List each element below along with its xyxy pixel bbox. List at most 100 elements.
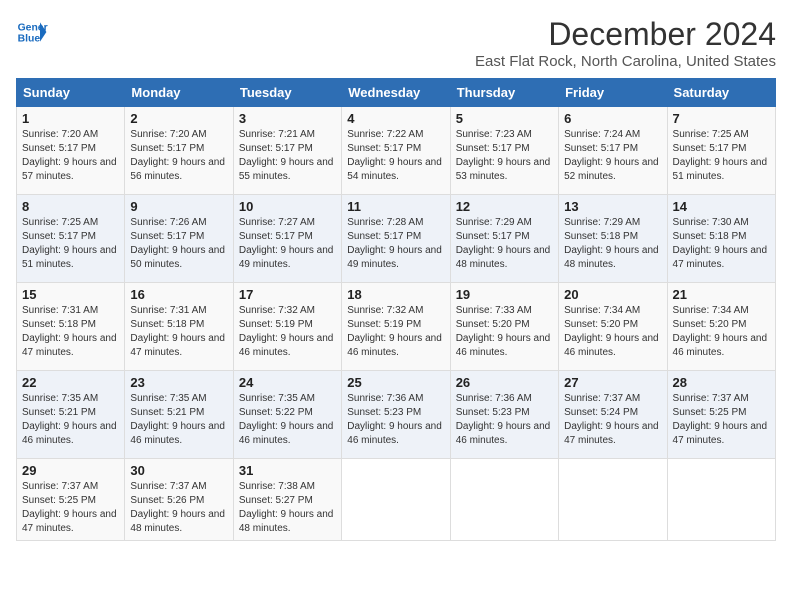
calendar-cell: 27 Sunrise: 7:37 AMSunset: 5:24 PMDayligh… xyxy=(559,371,667,459)
day-info: Sunrise: 7:32 AMSunset: 5:19 PMDaylight:… xyxy=(347,304,444,360)
day-info: Sunrise: 7:20 AMSunset: 5:17 PMDaylight:… xyxy=(22,128,119,184)
day-info: Sunrise: 7:28 AMSunset: 5:17 PMDaylight:… xyxy=(347,216,444,272)
calendar-cell: 15 Sunrise: 7:31 AMSunset: 5:18 PMDayligh… xyxy=(17,283,125,371)
day-info: Sunrise: 7:35 AMSunset: 5:21 PMDaylight:… xyxy=(22,392,119,448)
calendar-cell: 1 Sunrise: 7:20 AMSunset: 5:17 PMDaylight… xyxy=(17,107,125,195)
calendar-cell: 11 Sunrise: 7:28 AMSunset: 5:17 PMDayligh… xyxy=(342,195,450,283)
column-header-friday: Friday xyxy=(559,79,667,107)
day-info: Sunrise: 7:33 AMSunset: 5:20 PMDaylight:… xyxy=(456,304,553,360)
location-title: East Flat Rock, North Carolina, United S… xyxy=(475,53,776,70)
day-info: Sunrise: 7:31 AMSunset: 5:18 PMDaylight:… xyxy=(22,304,119,360)
title-area: December 2024 East Flat Rock, North Caro… xyxy=(475,16,776,70)
week-row: 29Sunrise: 7:37 AMSunset: 5:25 PMDayligh… xyxy=(17,459,776,541)
day-number: 2 xyxy=(130,111,227,126)
day-info: Sunrise: 7:34 AMSunset: 5:20 PMDaylight:… xyxy=(673,304,770,360)
day-number: 3 xyxy=(239,111,336,126)
calendar-cell: 28 Sunrise: 7:37 AMSunset: 5:25 PMDayligh… xyxy=(667,371,775,459)
day-number: 17 xyxy=(239,287,336,302)
day-number: 4 xyxy=(347,111,444,126)
day-info: Sunrise: 7:25 AMSunset: 5:17 PMDaylight:… xyxy=(22,216,119,272)
calendar-cell: 12 Sunrise: 7:29 AMSunset: 5:17 PMDayligh… xyxy=(450,195,558,283)
calendar-cell: 5Sunrise: 7:23 AMSunset: 5:17 PMDaylight… xyxy=(450,107,558,195)
day-info: Sunrise: 7:37 AMSunset: 5:25 PMDaylight:… xyxy=(673,392,770,448)
day-number: 12 xyxy=(456,199,553,214)
calendar-cell xyxy=(559,459,667,541)
month-title: December 2024 xyxy=(475,16,776,53)
day-number: 7 xyxy=(673,111,770,126)
day-info: Sunrise: 7:34 AMSunset: 5:20 PMDaylight:… xyxy=(564,304,661,360)
day-number: 6 xyxy=(564,111,661,126)
week-row: 1 Sunrise: 7:20 AMSunset: 5:17 PMDaylight… xyxy=(17,107,776,195)
calendar-cell: 14Sunrise: 7:30 AMSunset: 5:18 PMDayligh… xyxy=(667,195,775,283)
week-row: 8Sunrise: 7:25 AMSunset: 5:17 PMDaylight… xyxy=(17,195,776,283)
day-number: 28 xyxy=(673,375,770,390)
day-info: Sunrise: 7:37 AMSunset: 5:24 PMDaylight:… xyxy=(564,392,661,448)
day-number: 16 xyxy=(130,287,227,302)
column-header-sunday: Sunday xyxy=(17,79,125,107)
day-info: Sunrise: 7:36 AMSunset: 5:23 PMDaylight:… xyxy=(456,392,553,448)
calendar-cell: 20Sunrise: 7:34 AMSunset: 5:20 PMDayligh… xyxy=(559,283,667,371)
day-info: Sunrise: 7:20 AMSunset: 5:17 PMDaylight:… xyxy=(130,128,227,184)
calendar-cell: 4 Sunrise: 7:22 AMSunset: 5:17 PMDaylight… xyxy=(342,107,450,195)
calendar-cell: 16 Sunrise: 7:31 AMSunset: 5:18 PMDayligh… xyxy=(125,283,233,371)
day-number: 15 xyxy=(22,287,119,302)
calendar-cell: 25Sunrise: 7:36 AMSunset: 5:23 PMDayligh… xyxy=(342,371,450,459)
day-info: Sunrise: 7:29 AMSunset: 5:18 PMDaylight:… xyxy=(564,216,661,272)
calendar-cell: 6 Sunrise: 7:24 AMSunset: 5:17 PMDaylight… xyxy=(559,107,667,195)
calendar-cell: 7 Sunrise: 7:25 AMSunset: 5:17 PMDaylight… xyxy=(667,107,775,195)
day-number: 9 xyxy=(130,199,227,214)
column-header-thursday: Thursday xyxy=(450,79,558,107)
column-header-tuesday: Tuesday xyxy=(233,79,341,107)
day-number: 13 xyxy=(564,199,661,214)
calendar-cell: 3 Sunrise: 7:21 AMSunset: 5:17 PMDaylight… xyxy=(233,107,341,195)
calendar-cell: 21 Sunrise: 7:34 AMSunset: 5:20 PMDayligh… xyxy=(667,283,775,371)
header: General Blue December 2024 East Flat Roc… xyxy=(16,16,776,70)
calendar-cell: 31Sunrise: 7:38 AMSunset: 5:27 PMDayligh… xyxy=(233,459,341,541)
day-info: Sunrise: 7:31 AMSunset: 5:18 PMDaylight:… xyxy=(130,304,227,360)
day-info: Sunrise: 7:21 AMSunset: 5:17 PMDaylight:… xyxy=(239,128,336,184)
svg-text:Blue: Blue xyxy=(18,34,41,45)
day-number: 23 xyxy=(130,375,227,390)
day-number: 27 xyxy=(564,375,661,390)
week-row: 22 Sunrise: 7:35 AMSunset: 5:21 PMDayligh… xyxy=(17,371,776,459)
day-number: 21 xyxy=(673,287,770,302)
day-number: 14 xyxy=(673,199,770,214)
calendar-cell xyxy=(342,459,450,541)
day-number: 11 xyxy=(347,199,444,214)
day-number: 24 xyxy=(239,375,336,390)
day-info: Sunrise: 7:22 AMSunset: 5:17 PMDaylight:… xyxy=(347,128,444,184)
day-info: Sunrise: 7:29 AMSunset: 5:17 PMDaylight:… xyxy=(456,216,553,272)
column-header-wednesday: Wednesday xyxy=(342,79,450,107)
calendar-cell: 19Sunrise: 7:33 AMSunset: 5:20 PMDayligh… xyxy=(450,283,558,371)
logo-icon: General Blue xyxy=(16,16,48,48)
calendar-cell: 17 Sunrise: 7:32 AMSunset: 5:19 PMDayligh… xyxy=(233,283,341,371)
day-info: Sunrise: 7:27 AMSunset: 5:17 PMDaylight:… xyxy=(239,216,336,272)
day-number: 29 xyxy=(22,463,119,478)
calendar-cell xyxy=(450,459,558,541)
day-number: 18 xyxy=(347,287,444,302)
calendar-cell: 9Sunrise: 7:26 AMSunset: 5:17 PMDaylight… xyxy=(125,195,233,283)
calendar-cell: 2 Sunrise: 7:20 AMSunset: 5:17 PMDaylight… xyxy=(125,107,233,195)
header-row: SundayMondayTuesdayWednesdayThursdayFrid… xyxy=(17,79,776,107)
day-number: 22 xyxy=(22,375,119,390)
day-number: 1 xyxy=(22,111,119,126)
calendar-cell: 30Sunrise: 7:37 AMSunset: 5:26 PMDayligh… xyxy=(125,459,233,541)
day-number: 26 xyxy=(456,375,553,390)
calendar-cell: 26 Sunrise: 7:36 AMSunset: 5:23 PMDayligh… xyxy=(450,371,558,459)
calendar-cell: 13 Sunrise: 7:29 AMSunset: 5:18 PMDayligh… xyxy=(559,195,667,283)
day-info: Sunrise: 7:24 AMSunset: 5:17 PMDaylight:… xyxy=(564,128,661,184)
day-info: Sunrise: 7:37 AMSunset: 5:26 PMDaylight:… xyxy=(130,480,227,536)
day-info: Sunrise: 7:36 AMSunset: 5:23 PMDaylight:… xyxy=(347,392,444,448)
calendar-cell xyxy=(667,459,775,541)
calendar-cell: 18 Sunrise: 7:32 AMSunset: 5:19 PMDayligh… xyxy=(342,283,450,371)
day-info: Sunrise: 7:25 AMSunset: 5:17 PMDaylight:… xyxy=(673,128,770,184)
calendar-cell: 24Sunrise: 7:35 AMSunset: 5:22 PMDayligh… xyxy=(233,371,341,459)
calendar-table: SundayMondayTuesdayWednesdayThursdayFrid… xyxy=(16,78,776,541)
calendar-cell: 29Sunrise: 7:37 AMSunset: 5:25 PMDayligh… xyxy=(17,459,125,541)
column-header-monday: Monday xyxy=(125,79,233,107)
day-number: 10 xyxy=(239,199,336,214)
day-info: Sunrise: 7:35 AMSunset: 5:21 PMDaylight:… xyxy=(130,392,227,448)
column-header-saturday: Saturday xyxy=(667,79,775,107)
day-info: Sunrise: 7:38 AMSunset: 5:27 PMDaylight:… xyxy=(239,480,336,536)
day-info: Sunrise: 7:32 AMSunset: 5:19 PMDaylight:… xyxy=(239,304,336,360)
